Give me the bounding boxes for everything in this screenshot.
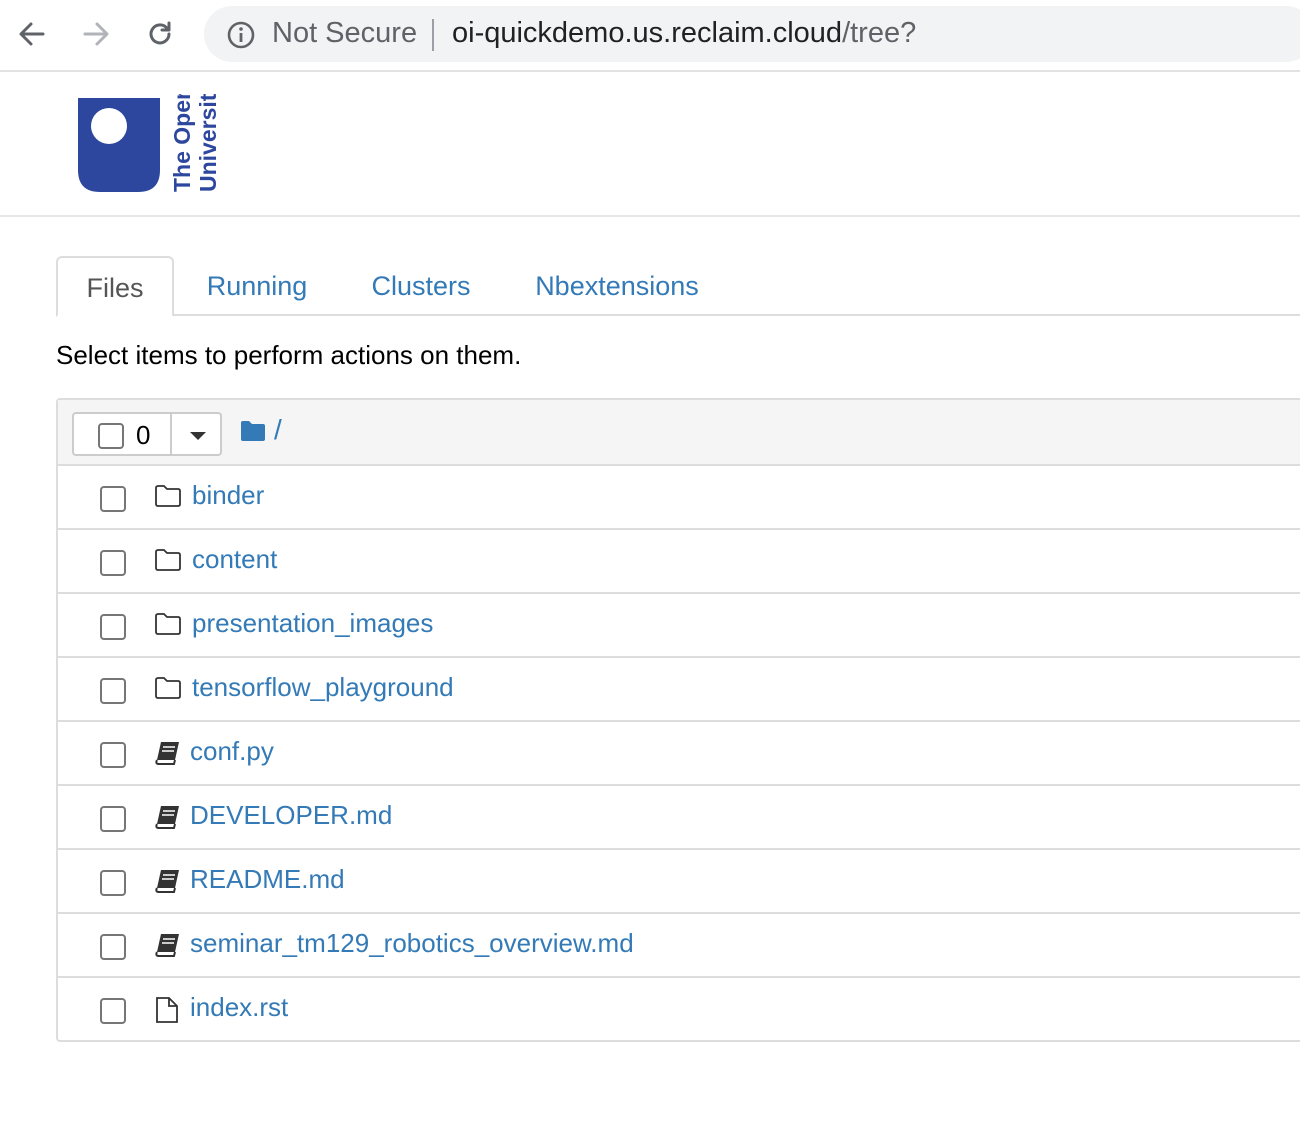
item-checkbox[interactable] — [100, 742, 126, 768]
item-name-link[interactable]: binder — [192, 480, 264, 511]
tab-files[interactable]: Files — [56, 256, 174, 317]
omnibox-separator — [432, 19, 434, 51]
list-item[interactable]: index.rst — [58, 978, 1300, 1042]
back-button[interactable] — [12, 14, 52, 54]
item-name-link[interactable]: README.md — [190, 864, 345, 895]
selected-count: 0 — [136, 420, 151, 450]
list-item[interactable]: binder — [58, 466, 1300, 530]
select-dropdown-caret-icon[interactable] — [190, 432, 206, 440]
breadcrumb-root[interactable]: / — [274, 414, 282, 446]
item-checkbox[interactable] — [100, 998, 126, 1024]
file-list: 0 / binder content presentation_images t… — [56, 398, 1300, 1042]
list-header: 0 / — [58, 400, 1300, 466]
selection-hint: Select items to perform actions on them. — [56, 340, 522, 370]
security-label[interactable]: Not Secure — [272, 17, 417, 50]
item-name-link[interactable]: DEVELOPER.md — [190, 800, 392, 831]
list-item[interactable]: README.md — [58, 850, 1300, 914]
folder-icon — [155, 677, 181, 699]
tab-nbextensions[interactable]: Nbextensions — [524, 256, 710, 316]
browser-toolbar: Not Secure oi-quickdemo.us.reclaim.cloud… — [0, 0, 1300, 72]
list-item[interactable]: seminar_tm129_robotics_overview.md — [58, 914, 1300, 978]
item-checkbox[interactable] — [100, 486, 126, 512]
book-icon — [155, 870, 179, 893]
list-item[interactable]: presentation_images — [58, 594, 1300, 658]
url-path: /tree? — [842, 17, 917, 49]
item-name-link[interactable]: presentation_images — [192, 608, 433, 639]
item-name-link[interactable]: content — [192, 544, 277, 575]
book-icon — [155, 934, 179, 957]
item-checkbox[interactable] — [100, 870, 126, 896]
select-all-checkbox[interactable] — [98, 423, 124, 449]
open-university-logo[interactable]: The Open University — [76, 94, 226, 198]
item-name-link[interactable]: conf.py — [190, 736, 274, 767]
book-icon — [155, 806, 179, 829]
arrow-left-icon — [19, 22, 45, 46]
select-all-group: 0 — [72, 412, 222, 456]
item-checkbox[interactable] — [100, 934, 126, 960]
arrow-right-icon — [83, 22, 109, 46]
list-item[interactable]: content — [58, 530, 1300, 594]
item-name-link[interactable]: tensorflow_playground — [192, 672, 454, 703]
tab-running[interactable]: Running — [196, 256, 318, 316]
item-checkbox[interactable] — [100, 614, 126, 640]
item-checkbox[interactable] — [100, 678, 126, 704]
url-host: oi-quickdemo.us.reclaim.cloud — [452, 17, 843, 49]
page-header: The Open University — [0, 72, 1300, 217]
list-item[interactable]: DEVELOPER.md — [58, 786, 1300, 850]
folder-icon — [155, 485, 181, 507]
reload-button[interactable] — [140, 14, 180, 54]
list-item[interactable]: tensorflow_playground — [58, 658, 1300, 722]
book-icon — [155, 742, 179, 765]
item-checkbox[interactable] — [100, 806, 126, 832]
reload-icon — [149, 21, 171, 45]
logo-text-line2: University — [195, 94, 221, 192]
item-name-link[interactable]: seminar_tm129_robotics_overview.md — [190, 928, 634, 959]
folder-solid-icon[interactable] — [240, 420, 266, 442]
select-divider — [170, 414, 172, 454]
info-icon[interactable] — [226, 20, 256, 50]
forward-button[interactable] — [76, 14, 116, 54]
tab-clusters[interactable]: Clusters — [362, 256, 480, 316]
tab-bar: Files Running Clusters Nbextensions — [56, 256, 1300, 317]
file-icon — [156, 997, 178, 1023]
logo-text-line1: The Open — [169, 94, 195, 192]
folder-icon — [155, 613, 181, 635]
item-name-link[interactable]: index.rst — [190, 992, 288, 1023]
folder-icon — [155, 549, 181, 571]
item-checkbox[interactable] — [100, 550, 126, 576]
address-bar[interactable]: Not Secure oi-quickdemo.us.reclaim.cloud… — [204, 6, 1300, 62]
url-text[interactable]: oi-quickdemo.us.reclaim.cloud/tree? — [452, 17, 916, 50]
list-item[interactable]: conf.py — [58, 722, 1300, 786]
